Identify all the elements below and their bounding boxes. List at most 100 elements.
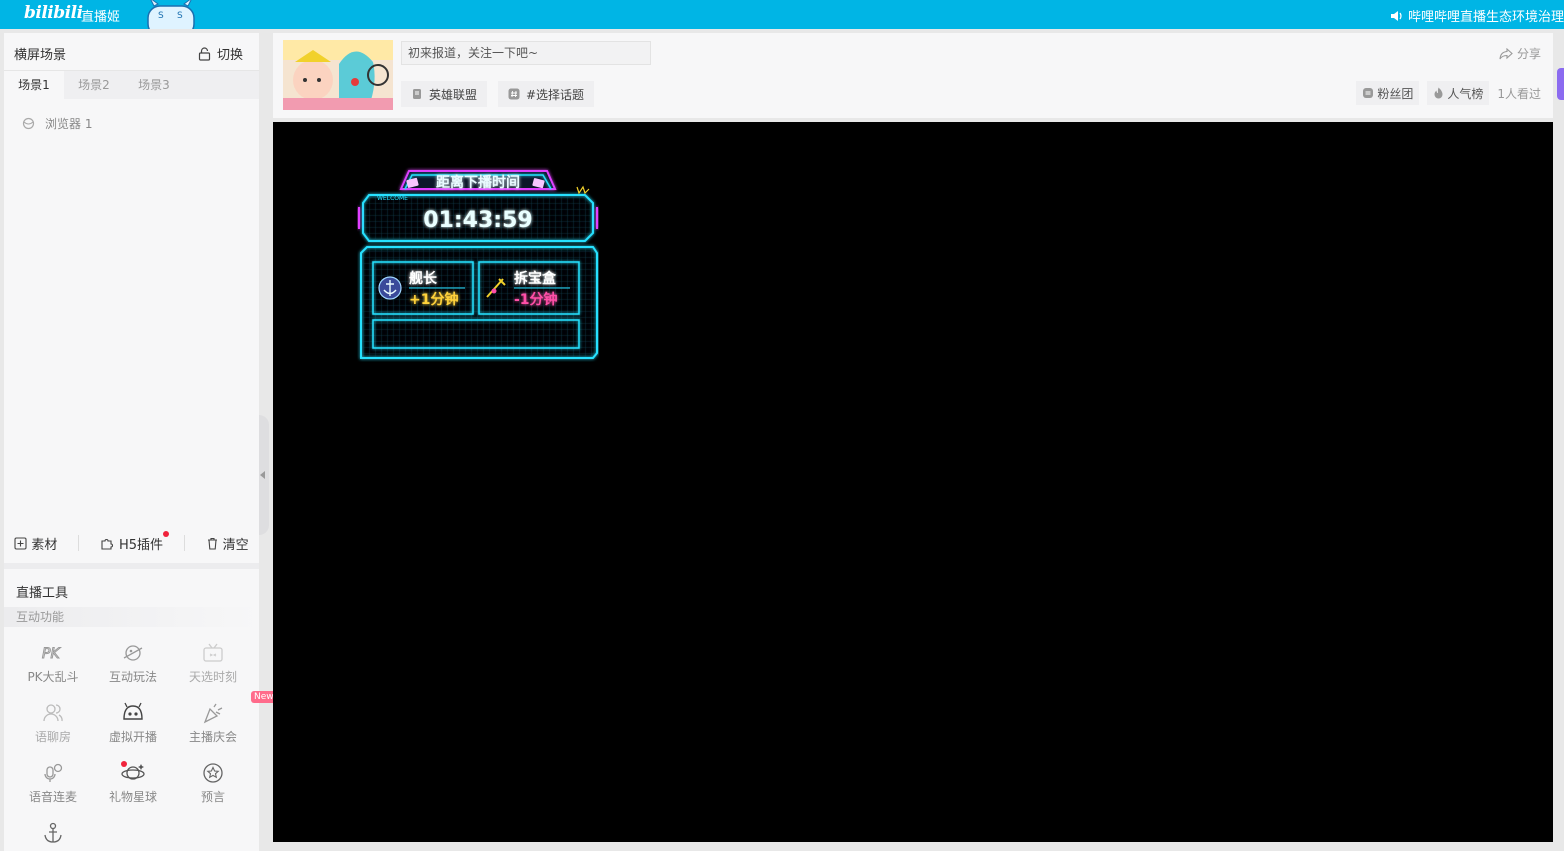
room-info-bar: 初来报道，关注一下吧~ 英雄联盟 #选择话题 分享 粉丝团 人气榜 1人看过 xyxy=(273,33,1553,118)
source-label: 浏览器 1 xyxy=(45,117,93,131)
plus-square-icon xyxy=(14,536,27,550)
category-chip[interactable]: 英雄联盟 xyxy=(401,81,488,107)
share-label: 分享 xyxy=(1516,47,1541,61)
tool-label: 天选时刻 xyxy=(188,670,237,684)
microphone-icon xyxy=(44,763,63,782)
tool-label: PK大乱斗 xyxy=(27,670,79,684)
share-icon xyxy=(1499,47,1513,59)
room-cover-image[interactable] xyxy=(283,40,393,110)
switch-orientation-button[interactable]: 切换 xyxy=(198,44,243,63)
h5-plugin-button[interactable]: H5插件 xyxy=(100,530,170,553)
divider xyxy=(78,535,80,551)
app-name: 直播姬 xyxy=(81,10,121,25)
scene-panel-header: 横屏场景 切换 xyxy=(4,33,259,71)
clear-button[interactable]: 清空 xyxy=(206,534,249,553)
tool-label: 互动玩法 xyxy=(108,670,157,684)
countdown-value: 01:43:59 xyxy=(423,208,532,233)
tab-scene-3[interactable]: 场景3 xyxy=(124,71,184,99)
welcome-label: WELCOME xyxy=(377,195,408,202)
notification-dot xyxy=(163,530,170,537)
h5-plugin-label: H5插件 xyxy=(118,537,164,553)
tool-prediction[interactable]: 预言 xyxy=(173,761,253,805)
tv-icon xyxy=(203,643,223,662)
tool-virtual-live[interactable]: 虚拟开播 xyxy=(93,701,173,745)
tool-label: 语音连麦 xyxy=(28,790,77,804)
planet-icon xyxy=(123,645,143,661)
stream-preview[interactable]: 距离下播时间 WELCOME 01:43:59 舰长 +1分钟 拆宝盒 -1分钟 xyxy=(273,122,1553,842)
category-label: 英雄联盟 xyxy=(429,87,478,102)
add-material-button[interactable]: 素材 xyxy=(14,534,57,553)
fan-club-icon xyxy=(1363,88,1374,98)
tab-scene-2[interactable]: 场景2 xyxy=(64,71,124,99)
countdown-overlay-widget[interactable]: 距离下播时间 WELCOME 01:43:59 舰长 +1分钟 拆宝盒 -1分钟 xyxy=(357,167,599,362)
panel-collapse-handle[interactable] xyxy=(259,415,269,535)
rule-left-name: 舰长 xyxy=(409,270,438,287)
clear-label: 清空 xyxy=(222,537,249,553)
viewer-count: 1人看过 xyxy=(1497,86,1541,101)
mascot-icon: S S xyxy=(147,0,195,29)
topic-label: #选择话题 xyxy=(526,87,585,102)
divider xyxy=(183,535,185,551)
tab-scene-1[interactable]: 场景1 xyxy=(4,71,64,99)
source-toolbar: 素材 H5插件 清空 xyxy=(4,525,259,561)
tool-label: 语聊房 xyxy=(34,730,71,744)
room-title-input[interactable]: 初来报道，关注一下吧~ xyxy=(401,41,651,65)
scene-panel-title: 横屏场景 xyxy=(14,48,67,63)
popularity-label: 人气榜 xyxy=(1447,86,1484,101)
announcement-ticker[interactable]: 哔哩哔哩直播生态环境治理 xyxy=(1390,6,1564,25)
tool-lucky-draw[interactable]: 天选时刻 xyxy=(173,641,253,685)
category-icon xyxy=(413,89,421,99)
people-icon xyxy=(43,704,63,722)
widget-title: 距离下播时间 xyxy=(436,174,520,191)
lock-icon xyxy=(198,46,211,61)
tool-label: 虚拟开播 xyxy=(108,730,157,744)
flame-icon xyxy=(1434,87,1443,99)
scene-panel: 横屏场景 切换 场景1 场景2 场景3 浏览器 1 素材 H5插件 清空 直播工… xyxy=(4,33,277,851)
tool-label: 主播庆会 xyxy=(188,730,237,744)
tool-voice-connect[interactable]: 语音连麦 xyxy=(13,761,93,805)
tool-label: 预言 xyxy=(200,790,225,804)
party-icon xyxy=(203,703,223,724)
cover-illustration xyxy=(283,40,393,110)
side-panel-tab[interactable] xyxy=(1557,68,1564,100)
rule-left-value: +1分钟 xyxy=(409,291,458,308)
room-stats: 粉丝团 人气榜 1人看过 xyxy=(1356,81,1541,105)
anchor-icon xyxy=(44,822,62,843)
notification-dot xyxy=(121,761,127,767)
hashtag-icon xyxy=(508,88,520,100)
star-icon xyxy=(203,763,223,783)
fan-club-button[interactable]: 粉丝团 xyxy=(1356,81,1420,105)
tool-label: 礼物星球 xyxy=(108,790,157,804)
chevron-left-icon xyxy=(260,471,265,479)
announcement-text: 哔哩哔哩直播生态环境治理 xyxy=(1407,10,1564,25)
tool-anchor[interactable] xyxy=(13,821,93,845)
interactive-section-label: 互动功能 xyxy=(4,607,259,627)
topic-chip[interactable]: #选择话题 xyxy=(498,81,595,107)
speaker-icon xyxy=(1390,10,1402,21)
fan-club-label: 粉丝团 xyxy=(1377,86,1414,101)
material-label: 素材 xyxy=(31,537,58,553)
bilibili-logo: bilibili xyxy=(24,3,83,23)
source-item[interactable]: 浏览器 1 xyxy=(22,115,92,132)
svg-text:S: S xyxy=(158,11,164,21)
tool-gift-planet[interactable]: 礼物星球 xyxy=(93,761,173,805)
rule-right-name: 拆宝盒 xyxy=(514,270,557,287)
tool-pk[interactable]: PK PK大乱斗 xyxy=(13,641,93,685)
share-button[interactable]: 分享 xyxy=(1499,45,1541,62)
virtual-avatar-icon xyxy=(123,702,143,720)
switch-label: 切换 xyxy=(216,48,243,63)
tool-streamer-party[interactable]: New 主播庆会 xyxy=(173,691,277,745)
top-bar: bilibili 直播姬 S S 哔哩哔哩直播生态环境治理 xyxy=(0,0,1564,29)
svg-text:PK: PK xyxy=(42,646,61,662)
tool-voice-room[interactable]: 语聊房 xyxy=(13,701,93,745)
live-tools-panel: 直播工具 互动功能 PK PK大乱斗 互动玩法 天选时刻 语聊房 虚拟开播 Ne… xyxy=(4,563,277,851)
trash-icon xyxy=(207,537,217,550)
popularity-rank-button[interactable]: 人气榜 xyxy=(1427,81,1490,105)
scene-tabs: 场景1 场景2 场景3 xyxy=(4,71,259,99)
puzzle-icon xyxy=(101,538,113,550)
tool-interactive-play[interactable]: 互动玩法 xyxy=(93,641,173,685)
svg-text:S: S xyxy=(177,11,183,21)
pk-icon: PK xyxy=(42,646,62,663)
live-tools-title: 直播工具 xyxy=(16,586,69,601)
browser-source-icon xyxy=(22,117,35,130)
